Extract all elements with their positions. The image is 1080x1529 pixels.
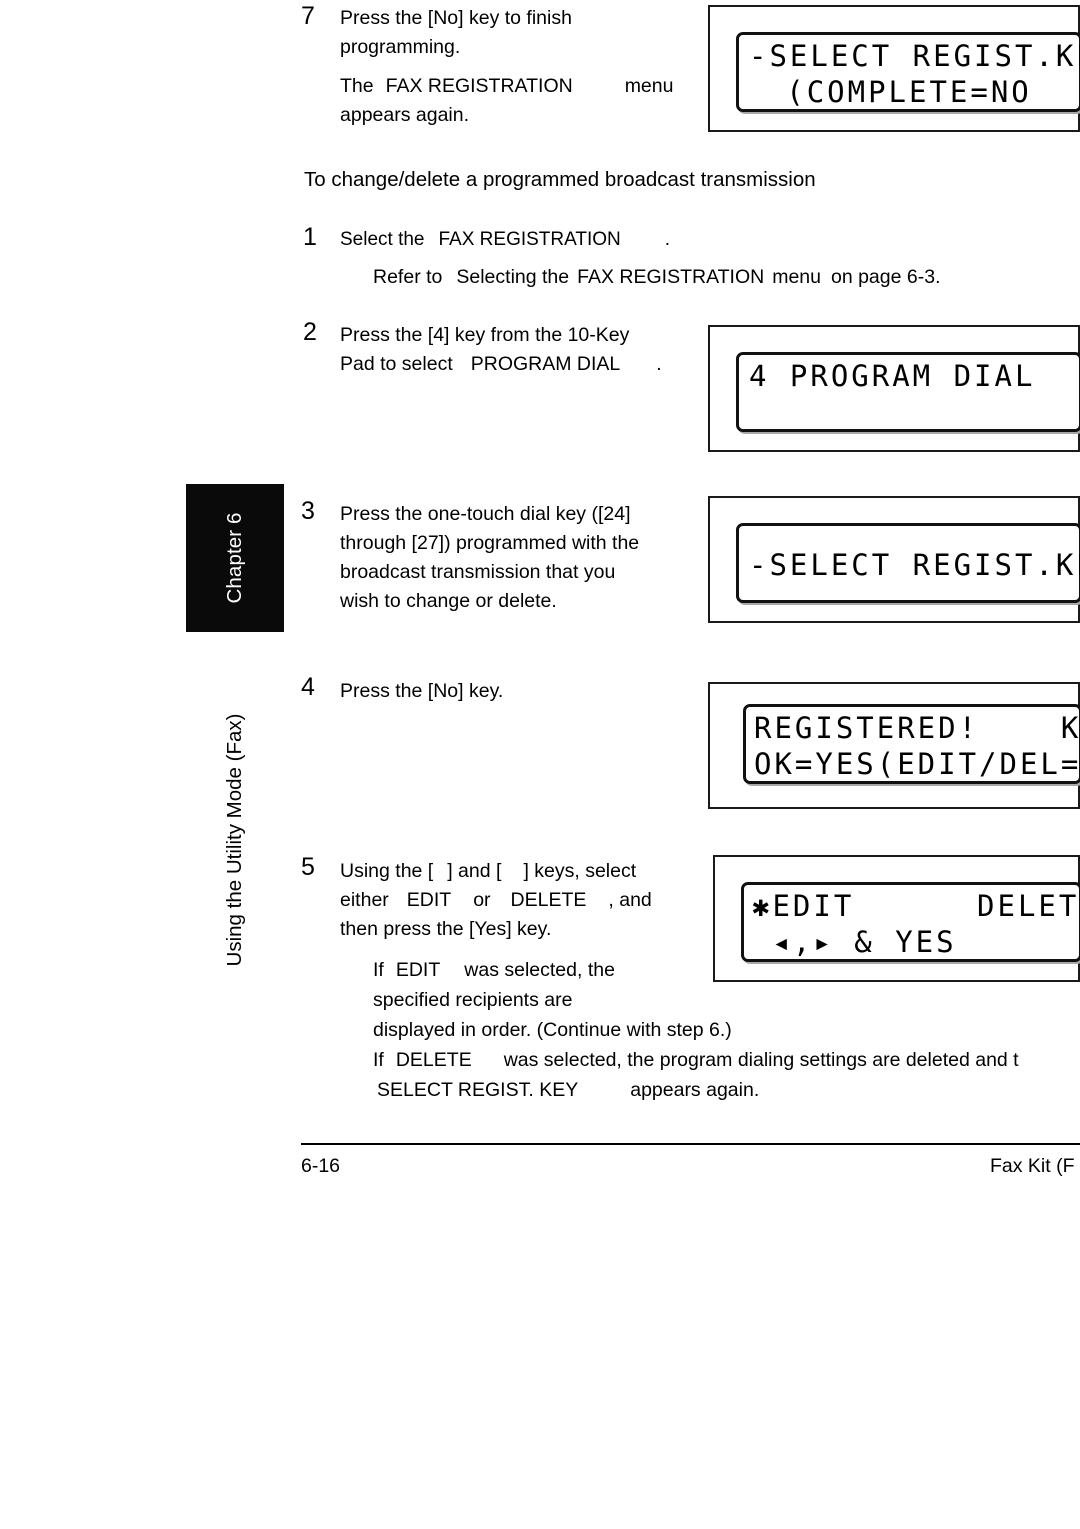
step-5-sub-line-3: displayed in order. (Continue with step … bbox=[373, 1019, 732, 1041]
step-number-7: 7 bbox=[301, 2, 315, 30]
lcd-screen-4: REGISTERED! KEEP OK=YES(EDIT/DEL=NO bbox=[743, 704, 1080, 784]
lcd-screen-1: -SELECT REGIST.KEY- (COMPLETE=NO bbox=[736, 32, 1080, 112]
chapter-tab: Chapter 6 bbox=[186, 484, 284, 632]
step-5-text-a: Using the [ bbox=[340, 860, 434, 882]
step-5-sub-delete: DELETE bbox=[395, 1049, 472, 1071]
lcd-4-line-1: REGISTERED! KEEP bbox=[754, 711, 1080, 745]
step-5-sub-line-2: specified recipients are bbox=[373, 989, 573, 1011]
step-number-2: 2 bbox=[303, 318, 317, 346]
section-heading: To change/delete a programmed broadcast … bbox=[304, 168, 816, 191]
step-7-note-menu-name: FAX REGISTRATION bbox=[385, 75, 573, 97]
step-1-refer-e: on page 6-3. bbox=[830, 266, 941, 288]
step-5-sub-if-1: If bbox=[373, 959, 384, 981]
step-5-sub-line-1: If EDIT was selected, the bbox=[373, 955, 615, 986]
step-5-line-2: either EDIT or DELETE , and bbox=[340, 886, 652, 916]
step-5-sub-text-2: was selected, the program dialing settin… bbox=[503, 1049, 1019, 1071]
step-5-text-c: ] keys, select bbox=[523, 860, 637, 882]
lcd-panel-edit-delete: ✱EDIT DELETE ◂,▸ & YES bbox=[713, 855, 1080, 982]
step-7-note-line-1: The FAX REGISTRATION menu bbox=[340, 72, 673, 102]
step-number-5: 5 bbox=[301, 853, 315, 881]
step-number-1: 1 bbox=[303, 223, 317, 251]
lcd-1-line-2: (COMPLETE=NO bbox=[786, 75, 1032, 109]
footer-product-name: Fax Kit (F bbox=[990, 1155, 1075, 1177]
footer-divider bbox=[301, 1143, 1080, 1145]
lcd-1-line-1: -SELECT REGIST.KEY- bbox=[749, 39, 1080, 73]
step-5-text-either: either bbox=[340, 889, 389, 911]
chapter-tab-label: Chapter 6 bbox=[223, 512, 246, 604]
sidebar: Chapter 6 Using the Utility Mode (Fax) bbox=[186, 0, 286, 1200]
lcd-5-line-1: ✱EDIT DELETE bbox=[752, 889, 1080, 923]
step-1-menu-name: FAX REGISTRATION bbox=[438, 229, 621, 250]
lcd-4-line-2: OK=YES(EDIT/DEL=NO bbox=[754, 747, 1080, 781]
lcd-5-line-2: ◂,▸ & YES bbox=[752, 925, 957, 959]
lcd-screen-3: -SELECT REGIST.KEY- bbox=[736, 523, 1080, 603]
step-5-option-delete: DELETE bbox=[510, 889, 587, 911]
document-page: Chapter 6 Using the Utility Mode (Fax) 7… bbox=[0, 0, 1080, 1529]
step-1-refer-line: Refer to Selecting the FAX REGISTRATION men… bbox=[373, 263, 941, 293]
lcd-panel-registered-keep: REGISTERED! KEEP OK=YES(EDIT/DEL=NO bbox=[708, 682, 1080, 809]
lcd-3-line-1: -SELECT REGIST.KEY- bbox=[749, 548, 1080, 582]
step-number-3: 3 bbox=[301, 497, 315, 525]
step-7-note-part-a: The bbox=[340, 75, 374, 97]
lcd-panel-program-dial: 4 PROGRAM DIAL bbox=[708, 325, 1080, 452]
step-5-sub-line-4: If DELETE was selected, the program dialin… bbox=[373, 1045, 1019, 1076]
step-7-line-2: programming. bbox=[340, 36, 461, 58]
step-2-text-a: Pad to select bbox=[340, 353, 453, 375]
step-5-sub-if-2: If bbox=[373, 1049, 384, 1071]
running-head: Using the Utility Mode (Fax) bbox=[186, 680, 284, 1000]
lcd-screen-5: ✱EDIT DELETE ◂,▸ & YES bbox=[741, 882, 1080, 962]
footer-page-number: 6-16 bbox=[301, 1155, 341, 1177]
step-4-line-1: Press the [No] key. bbox=[340, 680, 504, 702]
step-7-note-part-c: menu bbox=[624, 75, 674, 97]
lcd-panel-select-regist-key: -SELECT REGIST.KEY- bbox=[708, 496, 1080, 623]
step-2-line-2: Pad to select PROGRAM DIAL. bbox=[340, 350, 662, 380]
step-3-line-2: through [27]) programmed with the bbox=[340, 532, 640, 554]
step-5-option-edit: EDIT bbox=[406, 889, 452, 911]
step-7-line-1: Press the [No] key to finish bbox=[340, 7, 572, 29]
step-3-line-1: Press the one-touch dial key ([24] bbox=[340, 503, 631, 525]
step-2-text-c: . bbox=[656, 353, 662, 375]
step-1-text-a: Select the bbox=[340, 229, 425, 250]
step-1-refer-b: Selecting the bbox=[456, 266, 570, 288]
step-5-line-3: then press the [Yes] key. bbox=[340, 918, 552, 940]
step-number-4: 4 bbox=[301, 673, 315, 701]
step-5-text-b: ] and [ bbox=[447, 860, 502, 882]
lcd-screen-2: 4 PROGRAM DIAL bbox=[736, 352, 1080, 432]
step-1-text-c: . bbox=[664, 229, 671, 250]
step-7-note-line-2: appears again. bbox=[340, 104, 470, 126]
step-1-line-1: Select the FAX REGISTRATION. bbox=[340, 225, 670, 255]
step-5-sub-text-3: appears again. bbox=[630, 1079, 760, 1101]
step-2-line-1: Press the [4] key from the 10-Key bbox=[340, 324, 630, 346]
step-3-line-3: broadcast transmission that you bbox=[340, 561, 616, 583]
step-5-sub-menu-name: SELECT REGIST. KEY bbox=[377, 1079, 579, 1101]
step-2-menu-name: PROGRAM DIAL bbox=[470, 353, 621, 375]
lcd-2-line-1: 4 PROGRAM DIAL bbox=[749, 359, 1036, 393]
step-5-text-and: , and bbox=[608, 889, 652, 911]
step-5-sub-line-5: SELECT REGIST. KEY appears again. bbox=[377, 1075, 759, 1106]
lcd-panel-select-regist-key-complete: -SELECT REGIST.KEY- (COMPLETE=NO bbox=[708, 5, 1080, 132]
running-head-label: Using the Utility Mode (Fax) bbox=[223, 713, 246, 967]
step-1-refer-d: menu bbox=[772, 266, 821, 288]
step-5-line-1: Using the [ ] and [ ] keys, select bbox=[340, 857, 636, 887]
step-1-refer-a: Refer to bbox=[373, 266, 443, 288]
step-5-text-or: or bbox=[473, 889, 491, 911]
step-5-sub-text-1: was selected, the bbox=[464, 959, 615, 981]
step-5-sub-edit: EDIT bbox=[395, 959, 441, 981]
step-3-line-4: wish to change or delete. bbox=[340, 590, 557, 612]
step-1-refer-menu-name: FAX REGISTRATION bbox=[577, 266, 765, 288]
